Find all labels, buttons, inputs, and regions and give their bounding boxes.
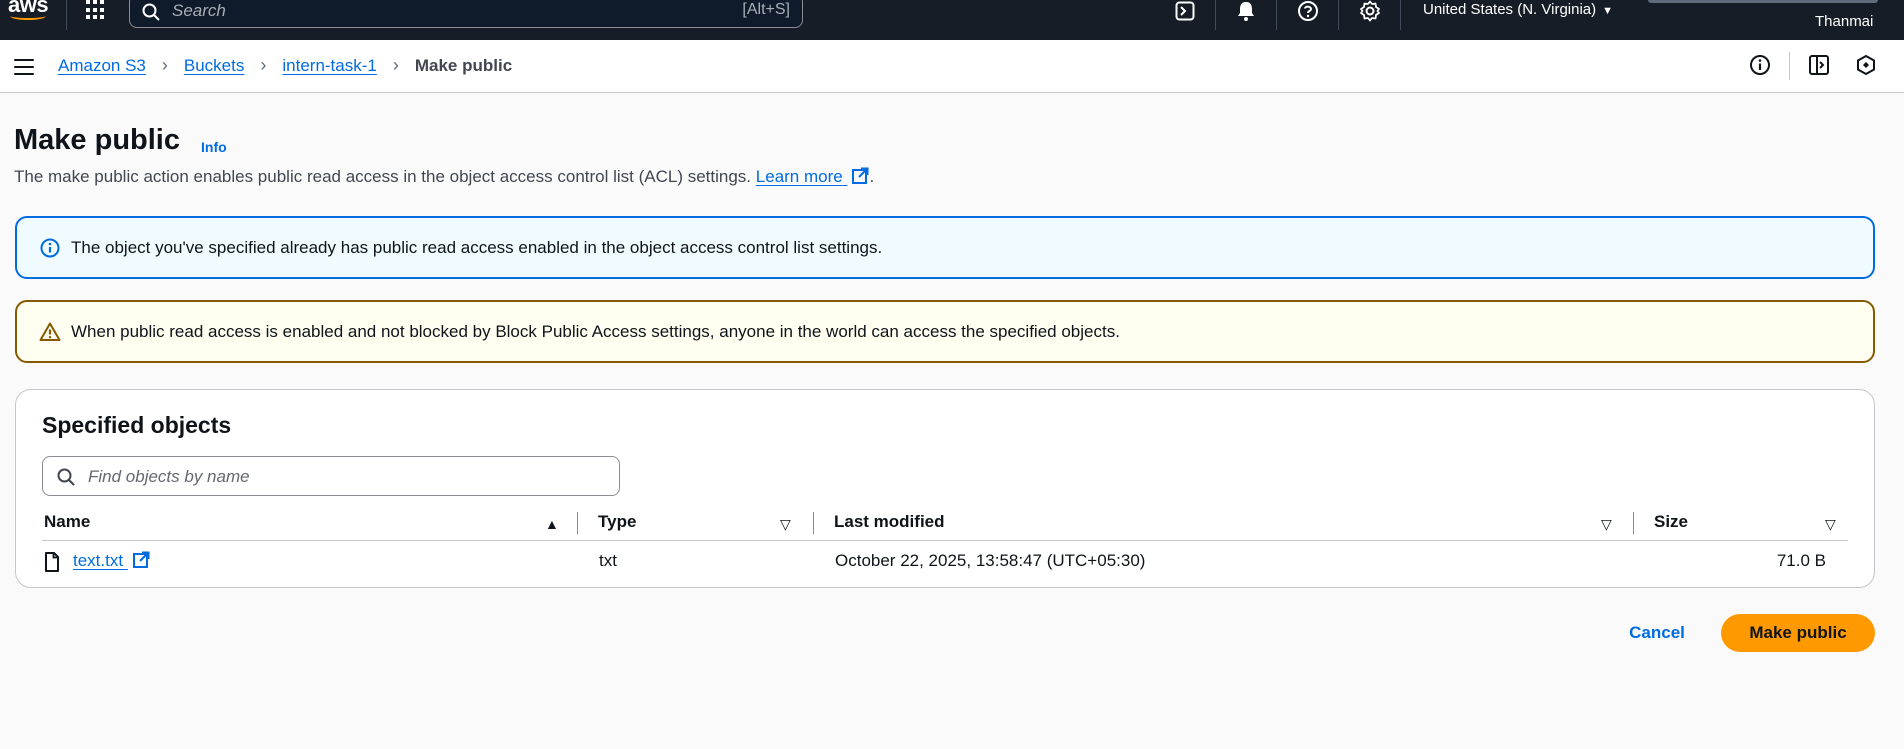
make-public-button[interactable]: Make public	[1721, 614, 1875, 652]
username[interactable]: Thanmai	[1815, 13, 1873, 30]
chevron-right-icon: ›	[392, 55, 399, 75]
tools-divider	[1789, 52, 1790, 80]
nav-divider	[1400, 0, 1401, 30]
aws-logo-smile	[10, 12, 46, 20]
region-label: United States (N. Virginia)	[1423, 1, 1597, 18]
chevron-right-icon: ›	[260, 55, 267, 75]
breadcrumb-bar: Amazon S3 › Buckets › intern-task-1 › Ma…	[0, 40, 1904, 93]
help-icon[interactable]	[1296, 0, 1320, 22]
nav-divider	[1215, 0, 1216, 30]
info-alert: The object you've specified already has …	[15, 216, 1875, 279]
warning-alert-text: When public read access is enabled and n…	[71, 321, 1120, 341]
breadcrumb-bucket[interactable]: intern-task-1	[282, 56, 376, 76]
account-menu[interactable]	[1648, 0, 1878, 3]
file-icon	[44, 552, 60, 577]
table-row: text.txt	[73, 551, 150, 571]
warning-icon	[39, 322, 61, 341]
breadcrumb: Amazon S3 › Buckets › intern-task-1 › Ma…	[58, 55, 512, 76]
page-title: Make public	[14, 124, 180, 156]
apps-grid-icon[interactable]	[86, 0, 108, 20]
object-name: text.txt	[73, 551, 124, 570]
object-size: 71.0 B	[1776, 551, 1826, 570]
header-divider	[42, 540, 1848, 541]
object-name-link[interactable]: text.txt	[73, 551, 150, 570]
nav-divider	[1276, 0, 1277, 30]
hexagon-icon[interactable]	[1855, 54, 1877, 78]
region-selector[interactable]: United States (N. Virginia) ▼	[1423, 1, 1613, 18]
info-panel-icon[interactable]	[1749, 54, 1771, 78]
search-icon	[142, 3, 160, 21]
object-filter-input[interactable]	[88, 466, 608, 488]
global-search-input[interactable]	[172, 1, 732, 21]
warning-alert: When public read access is enabled and n…	[15, 300, 1875, 363]
breadcrumb-buckets[interactable]: Buckets	[184, 56, 244, 76]
page-description: The make public action enables public re…	[14, 167, 874, 187]
column-divider[interactable]	[813, 512, 814, 534]
object-filter[interactable]	[42, 456, 620, 496]
nav-divider	[1338, 0, 1339, 30]
chevron-right-icon: ›	[161, 55, 168, 75]
gear-icon[interactable]	[1358, 0, 1382, 22]
column-header-last-modified[interactable]: Last modified	[834, 512, 945, 536]
bell-icon[interactable]	[1234, 0, 1258, 22]
search-icon	[57, 468, 75, 486]
nav-divider	[66, 0, 67, 30]
side-panel-icon[interactable]	[1808, 54, 1830, 78]
panel-title: Specified objects	[42, 412, 232, 438]
description-text: The make public action enables public re…	[14, 167, 752, 186]
column-divider[interactable]	[577, 512, 578, 534]
external-link-icon	[852, 167, 869, 184]
info-icon	[40, 238, 60, 257]
sort-icon[interactable]: ▽	[780, 516, 791, 533]
sort-ascending-icon[interactable]: ▲	[545, 516, 559, 532]
description-period: .	[869, 167, 875, 186]
breadcrumb-current: Make public	[414, 55, 513, 75]
column-header-size[interactable]: Size	[1654, 512, 1688, 536]
learn-more-link[interactable]: Learn more	[756, 167, 870, 186]
cancel-button[interactable]: Cancel	[1620, 614, 1694, 652]
specified-objects-panel: Specified objects Name ▲ Type ▽ Last mod…	[15, 389, 1875, 588]
search-shortcut-hint: [Alt+S]	[742, 1, 790, 18]
sort-icon[interactable]: ▽	[1601, 516, 1612, 533]
global-search[interactable]: [Alt+S]	[129, 0, 803, 28]
info-link[interactable]: Info	[201, 139, 227, 155]
top-navigation: aws [Alt+S] United States (N. Virginia) ▼…	[0, 0, 1904, 40]
info-alert-text: The object you've specified already has …	[71, 237, 883, 257]
cloudshell-icon[interactable]	[1173, 0, 1197, 22]
object-type: txt	[599, 551, 617, 570]
aws-logo[interactable]: aws	[8, 0, 49, 22]
external-link-icon	[132, 551, 150, 568]
learn-more-label: Learn more	[755, 167, 843, 186]
menu-icon[interactable]	[14, 59, 34, 75]
caret-down-icon: ▼	[1602, 5, 1614, 17]
breadcrumb-amazon-s3[interactable]: Amazon S3	[58, 56, 146, 76]
sort-icon[interactable]: ▽	[1825, 516, 1836, 533]
column-divider[interactable]	[1633, 512, 1634, 534]
object-last-modified: October 22, 2025, 13:58:47 (UTC+05:30)	[835, 551, 1146, 570]
column-header-type[interactable]: Type	[598, 512, 636, 536]
column-header-name[interactable]: Name	[44, 512, 90, 536]
